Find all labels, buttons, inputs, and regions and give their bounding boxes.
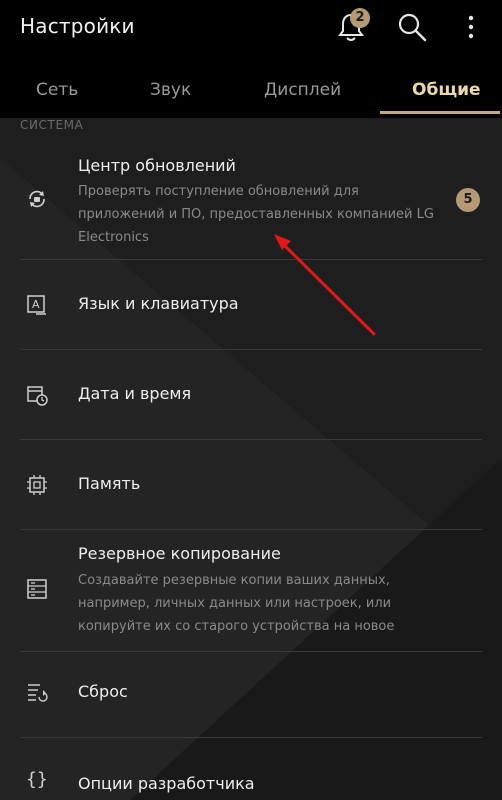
item-title: Память — [78, 474, 141, 493]
active-tab-indicator — [380, 111, 500, 114]
list-item-date-time[interactable]: Дата и время — [0, 350, 502, 440]
item-title: Дата и время — [78, 384, 192, 403]
memory-chip-icon — [27, 475, 47, 495]
backup-icon — [27, 579, 47, 599]
tab-network[interactable]: Сеть — [36, 80, 78, 100]
list-item-memory[interactable]: Память — [0, 440, 502, 530]
item-description: Проверять поступление обновлений для при… — [78, 184, 434, 245]
section-header: СИСТЕМА — [20, 118, 84, 132]
svg-text:{}: {} — [26, 769, 48, 790]
notification-badge: 2 — [350, 8, 370, 28]
update-center-icon — [29, 190, 45, 208]
list-item-language-keyboard[interactable]: A Язык и клавиатура — [0, 260, 502, 350]
item-title: Резервное копирование — [78, 544, 281, 563]
update-count-badge: 5 — [456, 188, 480, 212]
reset-icon — [28, 684, 48, 702]
tab-sound[interactable]: Звук — [150, 80, 191, 100]
item-description: Создавайте резервные копии ваших данных,… — [78, 573, 395, 634]
item-title: Центр обновлений — [78, 156, 236, 175]
search-icon[interactable] — [395, 10, 429, 44]
app-bar: Настройки 2 — [0, 0, 502, 66]
list-item-update-center[interactable]: Центр обновлений Проверять поступление о… — [0, 140, 502, 260]
tab-display[interactable]: Дисплей — [264, 80, 341, 100]
date-time-icon — [27, 386, 48, 406]
developer-options-icon: {} — [26, 769, 48, 790]
item-title: Опции разработчика — [78, 774, 255, 793]
tab-general[interactable]: Общие — [412, 80, 481, 100]
item-title: Сброс — [78, 682, 128, 701]
language-keyboard-icon: A — [27, 295, 46, 315]
more-vert-icon[interactable] — [462, 10, 480, 44]
page-title: Настройки — [20, 14, 135, 38]
settings-list: СИСТЕМА Центр обновлений Проверять посту… — [0, 118, 502, 800]
list-item-developer-options[interactable]: {} Опции разработчика — [0, 738, 502, 800]
list-item-backup[interactable]: Резервное копирование Создавайте резервн… — [0, 530, 502, 652]
svg-text:A: A — [32, 298, 40, 311]
item-title: Язык и клавиатура — [78, 294, 239, 313]
list-item-reset[interactable]: Сброс — [0, 652, 502, 738]
